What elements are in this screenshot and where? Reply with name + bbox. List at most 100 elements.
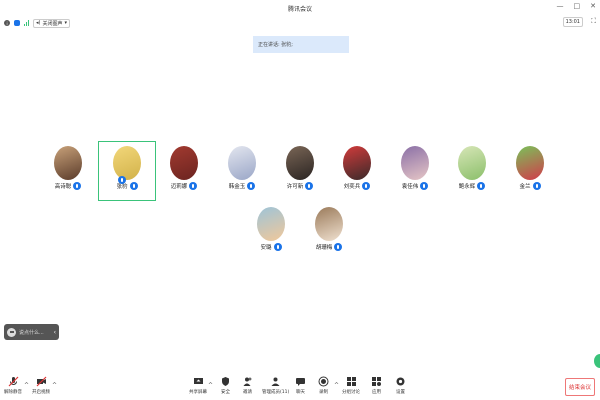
hand-raise-icon bbox=[118, 176, 126, 184]
avatar bbox=[286, 146, 314, 180]
chat-button[interactable]: 聊天 bbox=[295, 376, 306, 395]
record-button[interactable]: 录制 bbox=[318, 376, 329, 395]
chevron-left-icon[interactable]: ‹ bbox=[54, 329, 56, 336]
chat-label: 聊天 bbox=[296, 390, 305, 395]
avatar bbox=[228, 146, 256, 180]
avatar-image bbox=[516, 146, 544, 180]
add-user-icon bbox=[242, 376, 253, 387]
audio-dropdown[interactable]: ◂) 关闭图声 ▾ bbox=[33, 18, 70, 28]
speaking-text: 正在讲话: 张豹; bbox=[258, 42, 293, 48]
breakout-rooms-label: 分组讨论 bbox=[342, 390, 360, 395]
apps-icon bbox=[371, 376, 382, 387]
share-screen-icon bbox=[193, 376, 204, 387]
chat-icon bbox=[7, 327, 16, 337]
avatar-image bbox=[113, 146, 141, 180]
shield-icon[interactable] bbox=[14, 20, 20, 26]
breakout-rooms-button[interactable]: 分组讨论 bbox=[342, 376, 360, 395]
window-title: 腾讯会议 bbox=[287, 5, 312, 13]
apps-button[interactable]: 应用 bbox=[371, 376, 382, 395]
avatar-image bbox=[401, 146, 429, 180]
participant-name: 胡珊梅 bbox=[315, 245, 333, 251]
avatar-image bbox=[458, 146, 486, 180]
floating-assistant-icon[interactable] bbox=[594, 354, 600, 368]
mic-muted-icon bbox=[8, 376, 19, 387]
mic-icon bbox=[532, 182, 541, 190]
start-video-button[interactable]: 开启视频 bbox=[32, 376, 50, 395]
end-meeting-button[interactable]: 结束会议 bbox=[565, 378, 595, 396]
participant-name: 安璐 bbox=[260, 245, 272, 251]
mic-icon bbox=[129, 182, 138, 190]
participant-grid: 高诗聪 张豹 迈莉娜 韩金玉 许可新 刘奕兵 袁佳伟 鲍永辉 金兰 安璐 胡珊梅 bbox=[0, 0, 600, 400]
avatar-image bbox=[228, 146, 256, 180]
avatar bbox=[516, 146, 544, 180]
apps-label: 应用 bbox=[372, 390, 381, 395]
chevron-up-icon[interactable]: ^ bbox=[334, 382, 339, 389]
avatar-image bbox=[286, 146, 314, 180]
participant-tile[interactable]: 金兰 bbox=[516, 146, 544, 190]
title-bar: 腾讯会议 — □ ✕ bbox=[0, 0, 600, 16]
share-screen-button[interactable]: 共享屏幕 bbox=[189, 376, 207, 395]
unmute-button[interactable]: 解除静音 bbox=[4, 376, 22, 395]
participant-tile[interactable]: 迈莉娜 bbox=[170, 146, 198, 190]
participant-tile[interactable]: 刘奕兵 bbox=[343, 146, 371, 190]
signal-icon[interactable] bbox=[24, 20, 29, 26]
avatar bbox=[401, 146, 429, 180]
participant-tile[interactable]: 高诗聪 bbox=[54, 146, 82, 190]
invite-button[interactable]: 邀请 bbox=[242, 376, 253, 395]
meeting-clock: 13:01 bbox=[562, 17, 583, 27]
mic-icon bbox=[73, 182, 82, 190]
users-icon bbox=[270, 376, 281, 387]
avatar bbox=[257, 207, 285, 241]
meeting-window: 腾讯会议 — □ ✕ i ◂) 关闭图声 ▾ 13:01 ⛶ 正在讲话: 张豹; bbox=[0, 0, 600, 400]
mic-icon bbox=[305, 182, 314, 190]
chat-popup[interactable]: 说点什么... ‹ bbox=[4, 324, 59, 340]
participant-tile[interactable]: 胡珊梅 bbox=[315, 207, 343, 251]
manage-members-button[interactable]: 管理成员(11) bbox=[262, 376, 289, 395]
participant-tile[interactable]: 鲍永辉 bbox=[458, 146, 486, 190]
start-video-label: 开启视频 bbox=[32, 390, 50, 395]
bottom-toolbar: 解除静音 ^ 开启视频 ^ 共享屏幕 ^ 安全 邀请 管理成员(11) 聊天 录… bbox=[0, 374, 600, 400]
avatar bbox=[343, 146, 371, 180]
participant-tile[interactable]: 韩金玉 bbox=[228, 146, 256, 190]
mic-icon bbox=[247, 182, 256, 190]
record-label: 录制 bbox=[319, 390, 328, 395]
chevron-up-icon[interactable]: ^ bbox=[208, 382, 213, 389]
mic-icon bbox=[273, 243, 282, 251]
manage-members-label: 管理成员(11) bbox=[262, 390, 290, 395]
participant-name: 金兰 bbox=[519, 184, 531, 190]
info-icon[interactable]: i bbox=[4, 20, 10, 26]
settings-label: 设置 bbox=[396, 390, 405, 395]
chat-icon bbox=[295, 376, 306, 387]
chevron-down-icon: ▾ bbox=[64, 20, 67, 26]
avatar-image bbox=[54, 146, 82, 180]
invite-label: 邀请 bbox=[243, 390, 252, 395]
chat-placeholder: 说点什么... bbox=[19, 329, 44, 336]
minimize-button[interactable]: — bbox=[557, 2, 564, 10]
gear-icon bbox=[395, 376, 406, 387]
chevron-up-icon[interactable]: ^ bbox=[24, 382, 29, 389]
breakout-icon bbox=[346, 376, 357, 387]
maximize-button[interactable]: □ bbox=[574, 2, 581, 10]
close-button[interactable]: ✕ bbox=[590, 2, 596, 10]
participant-tile[interactable]: 张豹 bbox=[113, 146, 141, 190]
participant-name: 韩金玉 bbox=[228, 184, 246, 190]
mic-icon bbox=[420, 182, 429, 190]
speaking-banner: 正在讲话: 张豹; bbox=[253, 36, 349, 53]
settings-button[interactable]: 设置 bbox=[395, 376, 406, 395]
share-screen-label: 共享屏幕 bbox=[189, 390, 207, 395]
window-controls: — □ ✕ bbox=[557, 2, 597, 10]
mic-icon bbox=[477, 182, 486, 190]
security-label: 安全 bbox=[221, 390, 230, 395]
avatar bbox=[315, 207, 343, 241]
participant-tile[interactable]: 袁佳伟 bbox=[401, 146, 429, 190]
participant-name: 鲍永辉 bbox=[458, 184, 476, 190]
chevron-up-icon[interactable]: ^ bbox=[52, 382, 57, 389]
security-button[interactable]: 安全 bbox=[220, 376, 231, 395]
participant-tile[interactable]: 安璐 bbox=[257, 207, 285, 251]
audio-label: 关闭图声 bbox=[42, 20, 63, 27]
avatar-image bbox=[343, 146, 371, 180]
participant-tile[interactable]: 许可新 bbox=[286, 146, 314, 190]
participant-name: 迈莉娜 bbox=[170, 184, 188, 190]
avatar bbox=[113, 146, 141, 180]
fullscreen-icon[interactable]: ⛶ bbox=[591, 17, 596, 26]
